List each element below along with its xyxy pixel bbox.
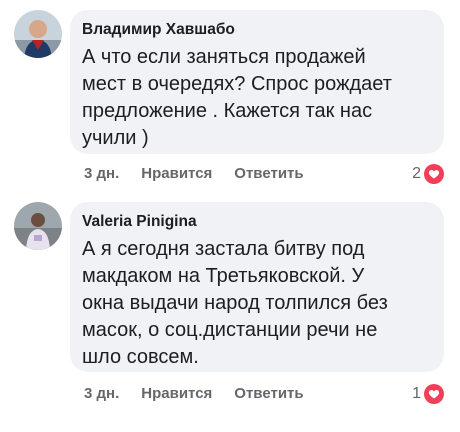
reaction-count: 1 <box>412 385 421 402</box>
avatar[interactable] <box>14 10 62 58</box>
reaction-count: 2 <box>412 165 421 182</box>
like-button[interactable]: Нравится <box>141 165 212 182</box>
love-reaction-icon <box>424 164 444 184</box>
comment-author[interactable]: Valeria Pinigina <box>82 212 430 232</box>
avatar[interactable] <box>14 202 62 250</box>
comment-author[interactable]: Владимир Хавшабо <box>82 20 430 40</box>
comment-bubble: Владимир Хавшабо А что если заняться про… <box>70 10 444 154</box>
like-button[interactable]: Нравится <box>141 385 212 402</box>
comment-actions: 3 дн. Нравится Ответить <box>84 385 304 402</box>
reply-button[interactable]: Ответить <box>234 165 303 182</box>
comment-actions: 3 дн. Нравится Ответить <box>84 165 304 182</box>
comment: Владимир Хавшабо А что если заняться про… <box>0 0 460 200</box>
comment-time[interactable]: 3 дн. <box>84 385 119 402</box>
reply-button[interactable]: Ответить <box>234 385 303 402</box>
comment: Valeria Pinigina А я сегодня застала бит… <box>0 200 460 432</box>
comment-time[interactable]: 3 дн. <box>84 165 119 182</box>
love-reaction-icon <box>424 384 444 404</box>
comment-text: А я сегодня застала битву под макдаком н… <box>82 238 388 368</box>
comment-text: А что если заняться продажей мест в очер… <box>82 46 392 149</box>
reaction-summary[interactable]: 1 <box>412 384 444 404</box>
reaction-summary[interactable]: 2 <box>412 164 444 184</box>
comment-bubble: Valeria Pinigina А я сегодня застала бит… <box>70 202 444 372</box>
